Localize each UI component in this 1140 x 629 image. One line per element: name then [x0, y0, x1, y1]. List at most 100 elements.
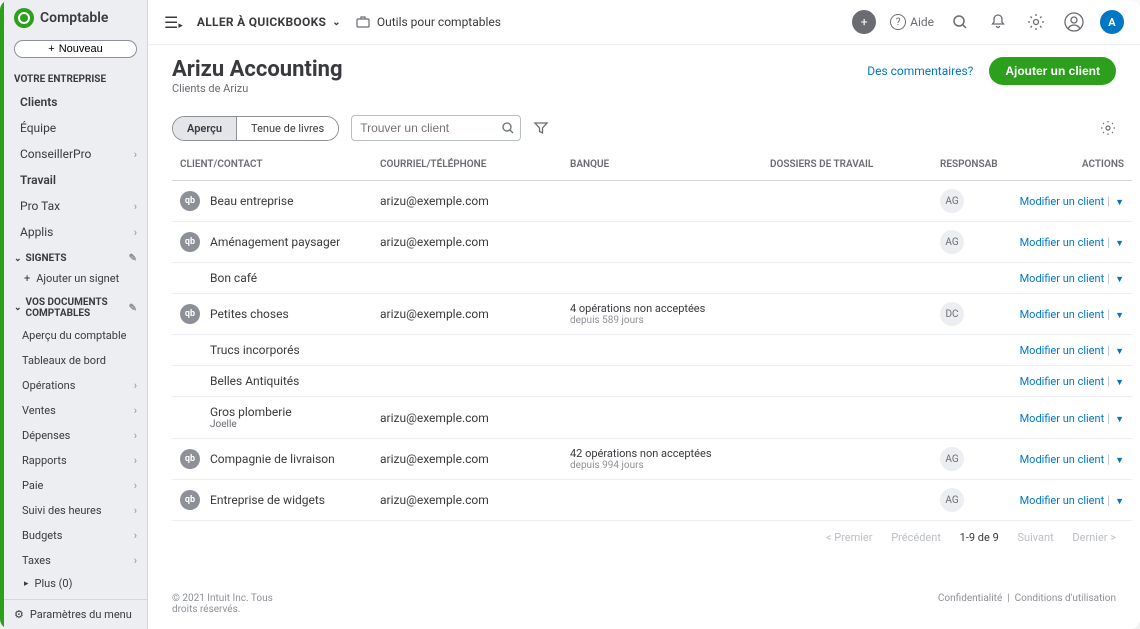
help-link[interactable]: ? Aide	[890, 14, 934, 30]
divider: |	[1104, 271, 1113, 285]
edit-client-link[interactable]: Modifier un client	[1020, 308, 1105, 321]
profile-button[interactable]	[1062, 10, 1086, 34]
pager-range: 1-9 de 9	[960, 531, 999, 544]
client-name: Aménagement paysager	[210, 235, 340, 249]
edit-client-link[interactable]: Modifier un client	[1020, 494, 1105, 507]
edit-client-link[interactable]: Modifier un client	[1020, 236, 1105, 249]
tab-apercu[interactable]: Aperçu	[173, 117, 236, 140]
plus-icon: +	[24, 272, 30, 285]
edit-client-link[interactable]: Modifier un client	[1020, 344, 1105, 357]
sidebar-item[interactable]: Budgets›	[4, 523, 147, 548]
edit-client-link[interactable]: Modifier un client	[1020, 375, 1105, 388]
accountant-tools[interactable]: Outils pour comptables	[355, 14, 501, 30]
global-add-button[interactable]: +	[852, 10, 876, 34]
topbar: ☰▸ ALLER À QUICKBOOKS ⌄ Outils pour comp…	[148, 0, 1140, 45]
action-dropdown[interactable]: ▼	[1115, 456, 1124, 466]
settings-button[interactable]	[1024, 10, 1048, 34]
sidebar-item[interactable]: Rapports›	[4, 448, 147, 473]
action-dropdown[interactable]: ▼	[1115, 239, 1124, 249]
sidebar-item[interactable]: Dépenses›	[4, 423, 147, 448]
pager-first[interactable]: < Premier	[826, 531, 873, 544]
sidebar-section-signets[interactable]: ⌄SIGNETS ✎	[4, 245, 147, 268]
sidebar-item[interactable]: Applis›	[4, 219, 147, 245]
add-client-button[interactable]: Ajouter un client	[989, 57, 1116, 85]
footer: © 2021 Intuit Inc. Tous droits réservés.…	[148, 583, 1140, 629]
sidebar-item[interactable]: Opérations›	[4, 373, 147, 398]
chevron-right-icon: ›	[134, 479, 137, 492]
action-dropdown[interactable]: ▼	[1115, 311, 1124, 321]
sidebar-item[interactable]: Paie›	[4, 473, 147, 498]
search-input[interactable]	[351, 115, 521, 141]
gear-icon	[1027, 13, 1045, 31]
main: ☰▸ ALLER À QUICKBOOKS ⌄ Outils pour comp…	[148, 0, 1140, 629]
copyright: © 2021 Intuit Inc. Tous droits réservés.	[172, 593, 292, 615]
sidebar-item[interactable]: Pro Tax›	[4, 193, 147, 219]
action-dropdown[interactable]: ▼	[1115, 415, 1124, 425]
pager-last[interactable]: Dernier >	[1072, 531, 1116, 544]
table-row[interactable]: Belles AntiquitésModifier un client | ▼	[172, 366, 1132, 397]
chevron-right-icon: ›	[134, 404, 137, 417]
edit-client-link[interactable]: Modifier un client	[1020, 272, 1105, 285]
go-to-quickbooks[interactable]: ALLER À QUICKBOOKS ⌄	[197, 15, 341, 29]
page-subtitle: Clients de Arizu	[172, 82, 343, 95]
terms-link[interactable]: Conditions d'utilisation	[1015, 593, 1116, 604]
sidebar-item[interactable]: Travail	[4, 167, 147, 193]
pager-prev[interactable]: Précédent	[891, 531, 941, 544]
table-row[interactable]: Bon caféModifier un client | ▼	[172, 263, 1132, 294]
hamburger-icon[interactable]: ☰▸	[164, 13, 183, 32]
pager-next[interactable]: Suivant	[1018, 531, 1054, 544]
bank-sub: depuis 994 jours	[570, 460, 754, 471]
col-email[interactable]: COURRIEL/TÉLÉPHONE	[372, 149, 562, 181]
table-row[interactable]: qbBeau entreprisearizu@exemple.comAGModi…	[172, 181, 1132, 222]
sidebar-item[interactable]: Suivi des heures›	[4, 498, 147, 523]
table-settings-button[interactable]	[1100, 120, 1116, 136]
sidebar-plus[interactable]: ▸ Plus (0)	[4, 573, 147, 594]
pencil-icon[interactable]: ✎	[129, 253, 137, 264]
sidebar-item[interactable]: Aperçu du comptable	[4, 323, 147, 348]
feedback-link[interactable]: Des commentaires?	[867, 64, 973, 78]
action-dropdown[interactable]: ▼	[1115, 378, 1124, 388]
chevron-right-icon: ▸	[24, 579, 29, 589]
sidebar-item[interactable]: Équipe	[4, 115, 147, 141]
sidebar-item[interactable]: Tableaux de bord	[4, 348, 147, 373]
col-dossiers[interactable]: DOSSIERS DE TRAVAIL	[762, 149, 932, 181]
menu-settings[interactable]: ⚙ Paramètres du menu	[4, 599, 147, 629]
table-row[interactable]: qbPetites chosesarizu@exemple.com4 opéra…	[172, 294, 1132, 335]
tab-tenue[interactable]: Tenue de livres	[236, 117, 338, 140]
sidebar-item[interactable]: Clients	[4, 89, 147, 115]
chevron-right-icon: ›	[134, 226, 137, 239]
notifications-button[interactable]	[986, 10, 1010, 34]
table-row[interactable]: qbCompagnie de livraisonarizu@exemple.co…	[172, 439, 1132, 480]
table-row[interactable]: qbEntreprise de widgetsarizu@exemple.com…	[172, 480, 1132, 521]
search-button[interactable]	[948, 10, 972, 34]
table-row[interactable]: qbAménagement paysagerarizu@exemple.comA…	[172, 222, 1132, 263]
responsible-badge: AG	[940, 189, 964, 213]
new-button[interactable]: + Nouveau	[14, 40, 137, 58]
user-avatar[interactable]: A	[1100, 10, 1124, 34]
edit-client-link[interactable]: Modifier un client	[1020, 453, 1105, 466]
sidebar-item[interactable]: ConseillerPro›	[4, 141, 147, 167]
pencil-icon[interactable]: ✎	[129, 303, 137, 314]
chevron-right-icon: ›	[134, 454, 137, 467]
client-email: arizu@exemple.com	[372, 397, 562, 439]
edit-client-link[interactable]: Modifier un client	[1020, 195, 1105, 208]
sidebar-item[interactable]: Taxes›	[4, 548, 147, 573]
client-email: arizu@exemple.com	[372, 480, 562, 521]
action-dropdown[interactable]: ▼	[1115, 275, 1124, 285]
col-client[interactable]: CLIENT/CONTACT	[172, 149, 372, 181]
table-row[interactable]: Trucs incorporésModifier un client | ▼	[172, 335, 1132, 366]
client-name: Petites choses	[210, 307, 289, 321]
edit-client-link[interactable]: Modifier un client	[1020, 412, 1105, 425]
action-dropdown[interactable]: ▼	[1115, 347, 1124, 357]
col-bank[interactable]: BANQUE	[562, 149, 762, 181]
action-dropdown[interactable]: ▼	[1115, 497, 1124, 507]
add-bookmark[interactable]: + Ajouter un signet	[4, 268, 147, 289]
privacy-link[interactable]: Confidentialité	[938, 593, 1002, 604]
action-dropdown[interactable]: ▼	[1115, 198, 1124, 208]
table-row[interactable]: Gros plomberieJoellearizu@exemple.comMod…	[172, 397, 1132, 439]
sidebar-item[interactable]: Ventes›	[4, 398, 147, 423]
col-resp[interactable]: RESPONSAB	[932, 149, 1006, 181]
chevron-right-icon: ›	[134, 529, 137, 542]
filter-button[interactable]	[533, 120, 549, 136]
sidebar-section-documents[interactable]: ⌄VOS DOCUMENTS COMPTABLES ✎	[4, 289, 147, 323]
